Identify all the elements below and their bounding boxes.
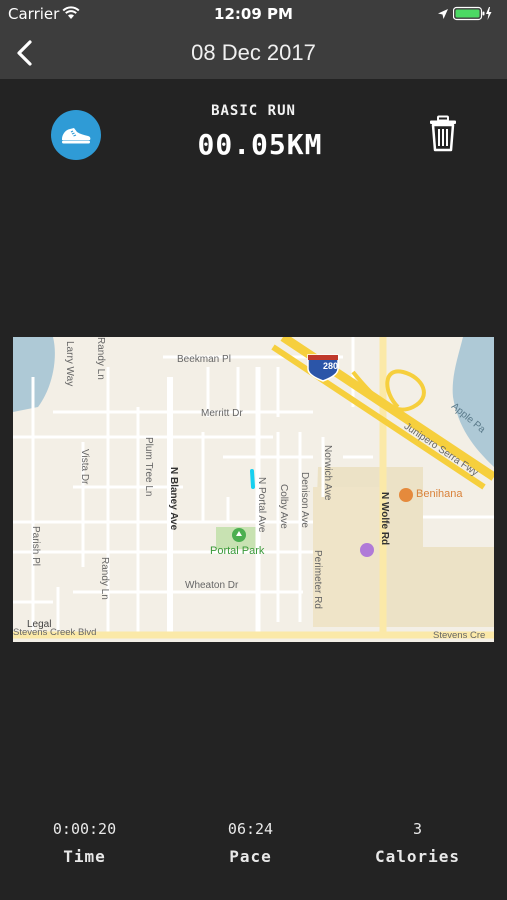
stat-calories: 3 Calories [333, 820, 502, 866]
location-arrow-icon [437, 6, 449, 24]
street-label-stevens-creek: Stevens Creek Blvd [13, 627, 97, 638]
run-stats: 0:00:20 Time 06:24 Pace 3 Calories [0, 820, 507, 880]
street-label-vista: Vista Dr [79, 449, 90, 485]
street-label-wheaton: Wheaton Dr [185, 580, 239, 591]
poi-label-benihana: Benihana [416, 488, 463, 500]
battery-icon [452, 6, 493, 26]
street-label-randy-top: Randy Ln [95, 337, 106, 380]
interstate-label: 280 [323, 361, 339, 371]
clock-time: 12:09 PM [214, 5, 293, 23]
street-label-stevens-creek-right: Stevens Cre [433, 630, 486, 641]
street-label-blaney: N Blaney Ave [168, 467, 179, 531]
street-label-beekman: Beekman Pl [177, 354, 231, 365]
street-label-colby: Colby Ave [278, 484, 289, 529]
street-label-norwich: Norwich Ave [322, 445, 333, 501]
pace-label: Pace [229, 847, 272, 866]
stat-pace: 06:24 Pace [166, 820, 335, 866]
time-value: 0:00:20 [52, 820, 117, 838]
street-label-perimeter: Perimeter Rd [312, 550, 323, 609]
street-label-portal: N Portal Ave [256, 477, 267, 533]
street-label-larry: Larry Way [64, 341, 75, 387]
trash-icon [430, 115, 456, 152]
route-map[interactable]: 280 Beekman Pl Merritt Dr Wheaton Dr Ste… [13, 337, 494, 642]
street-label-plum-tree: Plum Tree Ln [143, 437, 154, 497]
street-label-randy-bottom: Randy Ln [99, 557, 110, 600]
park-label: Portal Park [210, 545, 265, 557]
street-label-wolfe: N Wolfe Rd [379, 492, 390, 546]
pace-value: 06:24 [227, 820, 274, 838]
map-legal-link[interactable]: Legal [27, 619, 51, 630]
street-label-parish: Parish Pl [30, 526, 41, 567]
delete-button[interactable] [428, 115, 458, 153]
street-label-merritt: Merritt Dr [201, 408, 243, 419]
navigation-bar: 08 Dec 2017 [0, 28, 507, 79]
stat-time: 0:00:20 Time [0, 820, 169, 866]
time-label: Time [63, 847, 106, 866]
calories-label: Calories [374, 847, 461, 866]
street-label-denison: Denison Ave [299, 472, 310, 528]
status-bar: Carrier 12:09 PM [0, 0, 507, 28]
calories-value: 3 [412, 820, 423, 838]
page-title: 08 Dec 2017 [191, 40, 316, 65]
